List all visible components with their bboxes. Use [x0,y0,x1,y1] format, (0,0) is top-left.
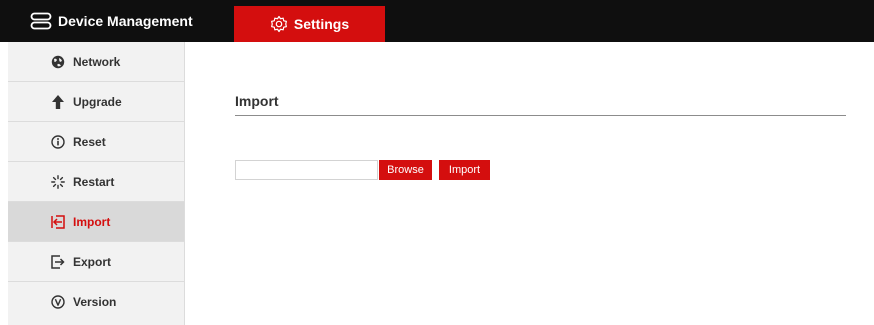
sidebar-item-reset[interactable]: Reset [8,122,184,162]
sidebar-item-upgrade[interactable]: Upgrade [8,82,184,122]
arrow-up-icon [51,94,65,109]
info-circle-icon [51,134,65,149]
globe-icon [51,55,65,69]
browse-button[interactable]: Browse [379,160,432,180]
spinner-icon [51,174,65,189]
sidebar-item-label: Version [73,295,117,309]
sidebar-item-label: Upgrade [73,94,122,109]
sidebar: Network Upgrade Reset Restart Import Exp… [8,42,185,325]
import-icon [51,214,65,229]
sidebar-item-network[interactable]: Network [8,42,184,82]
tab-device-management-label: Device Management [58,13,193,29]
file-path-input[interactable] [235,160,378,180]
sidebar-item-version[interactable]: Version [8,282,184,322]
tab-settings[interactable]: Settings [234,6,385,42]
top-navigation-bar: Device Management Settings [0,0,874,42]
tab-device-management[interactable]: Device Management [30,0,193,42]
sidebar-item-label: Export [73,254,112,269]
import-button[interactable]: Import [439,160,490,180]
sidebar-item-label: Restart [73,174,115,189]
sidebar-item-label: Network [73,54,121,69]
title-divider [235,115,846,116]
sidebar-item-label: Import [73,214,111,229]
sidebar-item-restart[interactable]: Restart [8,162,184,202]
tab-settings-label: Settings [293,16,350,32]
page-title: Import [235,93,279,109]
sidebar-item-label: Reset [73,134,106,149]
version-circle-icon [51,295,65,309]
sidebar-item-export[interactable]: Export [8,242,184,282]
export-icon [51,254,65,269]
storage-icon [30,12,52,30]
sidebar-item-import[interactable]: Import [8,202,184,242]
gear-icon [270,15,288,33]
